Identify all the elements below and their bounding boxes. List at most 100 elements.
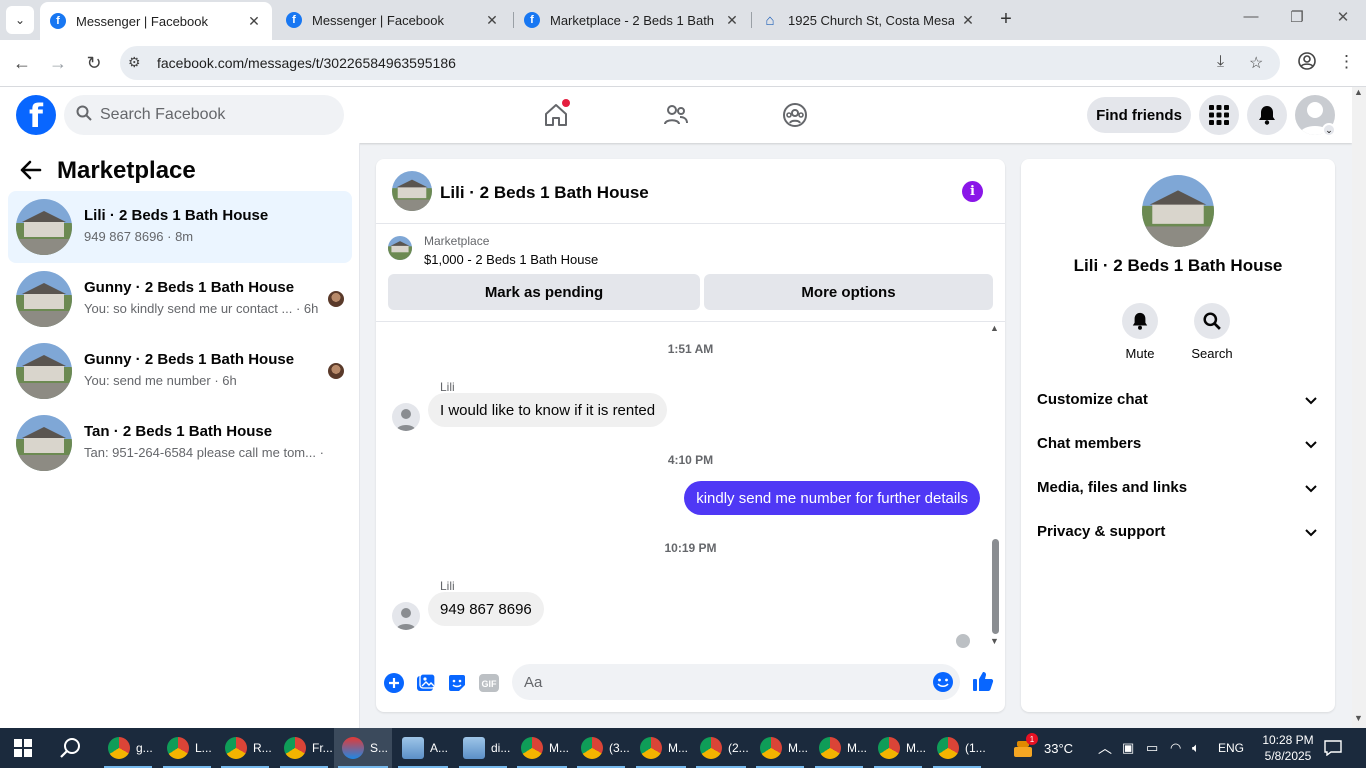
notifications-button[interactable] (1247, 95, 1287, 135)
scroll-up-icon[interactable]: ▲ (1354, 87, 1363, 97)
forward-icon[interactable]: → (46, 51, 70, 75)
taskbar-item[interactable]: S... (334, 728, 392, 768)
listing-thumbnail[interactable] (388, 236, 412, 260)
minimize-icon[interactable]: — (1236, 8, 1266, 25)
find-friends-button[interactable]: Find friends (1087, 97, 1191, 133)
taskbar-item[interactable]: g... (100, 728, 156, 768)
conversation-item[interactable]: Gunny · 2 Beds 1 Bath House You: send me… (8, 335, 352, 407)
taskbar-item[interactable]: A... (394, 728, 452, 768)
photo-icon[interactable] (415, 672, 437, 694)
scroll-down-icon[interactable]: ▼ (990, 636, 999, 646)
back-icon[interactable]: ← (10, 51, 34, 75)
message-input-box[interactable] (512, 664, 960, 700)
chat-panel: Lili · 2 Beds 1 Bath House i Marketplace… (376, 159, 1005, 712)
account-chevron-down-icon[interactable]: ⌄ (1322, 123, 1336, 137)
outgoing-message[interactable]: kindly send me number for further detail… (684, 481, 980, 515)
taskbar-item[interactable]: M... (513, 728, 571, 768)
browser-tab-2[interactable]: f Messenger | Facebook ✕ (276, 4, 510, 36)
browser-tab-4[interactable]: ⌂ 1925 Church St, Costa Mesa, CA ✕ (752, 4, 986, 36)
conversation-item[interactable]: Lili · 2 Beds 1 Bath House 949 867 8696 … (8, 191, 352, 263)
site-info-icon[interactable]: ⚙ (128, 54, 141, 71)
back-arrow-icon[interactable] (20, 160, 42, 186)
taskbar-item[interactable]: M... (752, 728, 808, 768)
sender-avatar[interactable] (392, 602, 420, 630)
details-avatar[interactable] (1142, 175, 1214, 247)
incoming-message[interactable]: I would like to know if it is rented (428, 393, 668, 427)
url-text[interactable]: facebook.com/messages/t/3022658496359518… (157, 55, 456, 71)
scroll-up-icon[interactable]: ▲ (990, 323, 999, 333)
sticker-icon[interactable] (446, 672, 468, 694)
taskbar-item[interactable]: L... (159, 728, 215, 768)
language-indicator[interactable]: ENG (1218, 728, 1244, 768)
chat-members-section[interactable]: Chat members (1029, 422, 1327, 466)
close-tab-icon[interactable]: ✕ (960, 12, 976, 29)
chat-title[interactable]: Lili · 2 Beds 1 Bath House (440, 183, 649, 203)
install-app-icon[interactable]: ⤓ (1217, 53, 1224, 71)
gif-icon[interactable]: GIF (478, 672, 500, 694)
facebook-logo-icon[interactable]: f (16, 95, 56, 135)
emoji-icon[interactable] (932, 671, 954, 698)
taskbar-item[interactable]: Fr... (276, 728, 333, 768)
chat-avatar[interactable] (392, 171, 432, 211)
scrollbar-thumb[interactable] (992, 539, 999, 634)
more-options-button[interactable]: More options (704, 274, 993, 310)
taskbar-item[interactable]: (3... (573, 728, 630, 768)
search-action[interactable]: Search (1182, 303, 1242, 361)
close-tab-icon[interactable]: ✕ (246, 13, 262, 30)
taskbar-item-label: L... (195, 741, 212, 755)
scroll-down-icon[interactable]: ▼ (1354, 713, 1363, 723)
tab-search-button[interactable]: ⌄ (6, 6, 34, 34)
groups-nav[interactable] (779, 99, 811, 131)
media-files-links-section[interactable]: Media, files and links (1029, 466, 1327, 510)
conversation-item[interactable]: Tan · 2 Beds 1 Bath House Tan: 951-264-6… (8, 407, 352, 479)
taskbar-item[interactable]: (1... (929, 728, 986, 768)
taskbar-search-icon[interactable] (60, 737, 82, 764)
profile-icon[interactable] (1298, 52, 1316, 75)
close-window-icon[interactable]: ✕ (1328, 8, 1358, 26)
close-tab-icon[interactable]: ✕ (724, 12, 740, 29)
facebook-search-input[interactable] (100, 95, 330, 135)
taskbar-item[interactable]: M... (811, 728, 867, 768)
address-bar[interactable]: ⚙ facebook.com/messages/t/30226584963595… (120, 46, 1280, 80)
info-icon[interactable]: i (962, 181, 983, 202)
browser-menu-icon[interactable]: ⋮ (1338, 52, 1355, 72)
menu-button[interactable] (1199, 95, 1239, 135)
new-tab-icon[interactable]: + (994, 8, 1018, 31)
conversation-item[interactable]: Gunny · 2 Beds 1 Bath House You: so kind… (8, 263, 352, 335)
like-thumb-icon[interactable] (972, 670, 994, 692)
browser-tab-1[interactable]: f Messenger | Facebook ✕ (40, 2, 272, 40)
taskbar-item[interactable]: R... (217, 728, 273, 768)
page-scrollbar[interactable]: ▲ ▼ (1352, 87, 1366, 728)
home-nav[interactable] (540, 99, 572, 131)
battery-icon[interactable]: ▭ (1146, 728, 1158, 768)
browser-tab-3[interactable]: f Marketplace - 2 Beds 1 Bath Ho ✕ (514, 4, 750, 36)
close-tab-icon[interactable]: ✕ (484, 12, 500, 29)
mute-action[interactable]: Mute (1110, 303, 1170, 361)
facebook-search[interactable] (64, 95, 344, 135)
listing-price-title[interactable]: $1,000 - 2 Beds 1 Bath House (424, 252, 598, 267)
taskbar-item[interactable]: M... (632, 728, 690, 768)
weather-widget[interactable]: 1 33°C (1012, 728, 1073, 768)
sender-avatar[interactable] (392, 403, 420, 431)
taskbar-item[interactable]: di... (455, 728, 511, 768)
maximize-icon[interactable]: ❐ (1282, 8, 1312, 26)
message-input[interactable] (524, 664, 924, 700)
tray-icon[interactable]: ▣ (1122, 728, 1134, 768)
mark-as-pending-button[interactable]: Mark as pending (388, 274, 700, 310)
taskbar-clock[interactable]: 10:28 PM 5/8/2025 (1258, 732, 1318, 764)
privacy-support-section[interactable]: Privacy & support (1029, 510, 1327, 554)
plus-circle-icon[interactable] (383, 672, 405, 694)
bookmark-star-icon[interactable]: ☆ (1249, 53, 1263, 73)
notification-center-icon[interactable] (1324, 728, 1342, 768)
tray-chevron-up-icon[interactable]: ︿ (1098, 728, 1112, 768)
friends-nav[interactable] (660, 99, 692, 131)
customize-chat-section[interactable]: Customize chat (1029, 378, 1327, 422)
volume-icon[interactable]: 🔈︎ (1192, 728, 1200, 768)
wifi-icon[interactable]: ◠ (1170, 728, 1181, 768)
taskbar-item[interactable]: (2... (692, 728, 750, 768)
taskbar-item[interactable]: M... (870, 728, 926, 768)
windows-start-icon[interactable] (14, 739, 32, 762)
reload-icon[interactable]: ↻ (82, 51, 106, 75)
chrome-icon (937, 737, 959, 759)
incoming-message[interactable]: 949 867 8696 (428, 592, 544, 626)
